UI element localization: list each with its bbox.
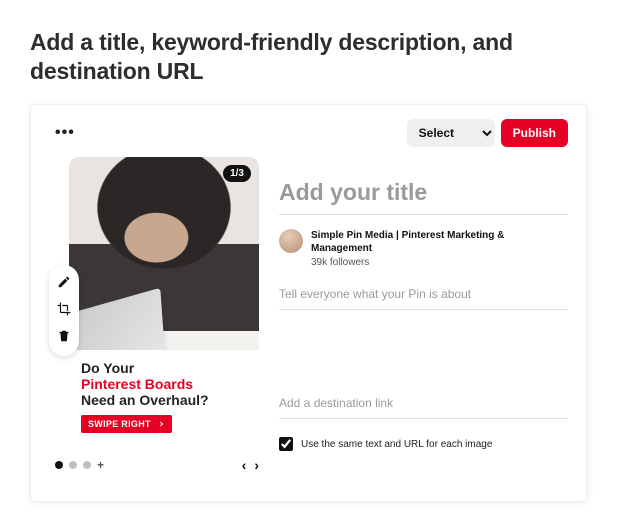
pin-preview-person xyxy=(69,157,259,325)
carousel-counter: 1/3 xyxy=(223,165,251,182)
pin-editor-card: ••• Select Publish 1/3 Do Your Pinterest… xyxy=(30,104,587,502)
board-select[interactable]: Select xyxy=(407,119,495,147)
same-text-checkbox[interactable] xyxy=(279,437,293,451)
destination-link-input[interactable] xyxy=(279,392,568,419)
more-menu-button[interactable]: ••• xyxy=(49,120,81,146)
crop-tool-button[interactable] xyxy=(57,302,71,319)
top-right-controls: Select Publish xyxy=(407,119,568,147)
same-text-checkbox-row[interactable]: Use the same text and URL for each image xyxy=(279,437,568,451)
caption-line3: Need an Overhaul? xyxy=(81,392,209,408)
pin-preview[interactable]: 1/3 Do Your Pinterest Boards Need an Ove… xyxy=(69,157,259,447)
avatar xyxy=(279,229,303,253)
pager-next-button[interactable]: › xyxy=(254,457,259,473)
pager-dot-3[interactable] xyxy=(83,461,91,469)
author-row: Simple Pin Media | Pinterest Marketing &… xyxy=(279,229,568,270)
title-input[interactable] xyxy=(279,175,568,215)
page-heading: Add a title, keyword-friendly descriptio… xyxy=(30,28,587,86)
pager-row: + ‹ › xyxy=(49,457,259,473)
pager-prev-button[interactable]: ‹ xyxy=(242,457,247,473)
swipe-right-badge: SWIPE RIGHT xyxy=(81,415,172,433)
form-column: Simple Pin Media | Pinterest Marketing &… xyxy=(279,157,568,473)
edit-tool-button[interactable] xyxy=(57,275,71,292)
publish-button[interactable]: Publish xyxy=(501,119,568,147)
arrow-right-icon xyxy=(155,419,165,429)
same-text-label: Use the same text and URL for each image xyxy=(301,439,492,450)
preview-column: 1/3 Do Your Pinterest Boards Need an Ove… xyxy=(49,157,259,473)
crop-icon xyxy=(57,302,71,316)
pin-caption-text: Do Your Pinterest Boards Need an Overhau… xyxy=(81,360,247,408)
description-input[interactable] xyxy=(279,283,568,310)
pager-add-button[interactable]: + xyxy=(97,458,104,472)
author-text: Simple Pin Media | Pinterest Marketing &… xyxy=(311,229,568,270)
delete-tool-button[interactable] xyxy=(57,329,71,346)
pager-dot-2[interactable] xyxy=(69,461,77,469)
preview-tools xyxy=(49,265,79,356)
pencil-icon xyxy=(57,275,71,289)
pager-dot-1[interactable] xyxy=(55,461,63,469)
editor-content: 1/3 Do Your Pinterest Boards Need an Ove… xyxy=(49,157,568,473)
caption-line1: Do Your xyxy=(81,360,134,376)
caption-line2: Pinterest Boards xyxy=(81,376,193,392)
pin-caption: Do Your Pinterest Boards Need an Overhau… xyxy=(69,350,259,446)
swipe-right-label: SWIPE RIGHT xyxy=(88,419,151,429)
top-bar: ••• Select Publish xyxy=(49,119,568,147)
author-name: Simple Pin Media | Pinterest Marketing &… xyxy=(311,229,568,256)
pager-dots: + xyxy=(55,458,104,472)
trash-icon xyxy=(57,329,71,343)
author-followers: 39k followers xyxy=(311,256,568,270)
pager-arrows: ‹ › xyxy=(242,457,259,473)
